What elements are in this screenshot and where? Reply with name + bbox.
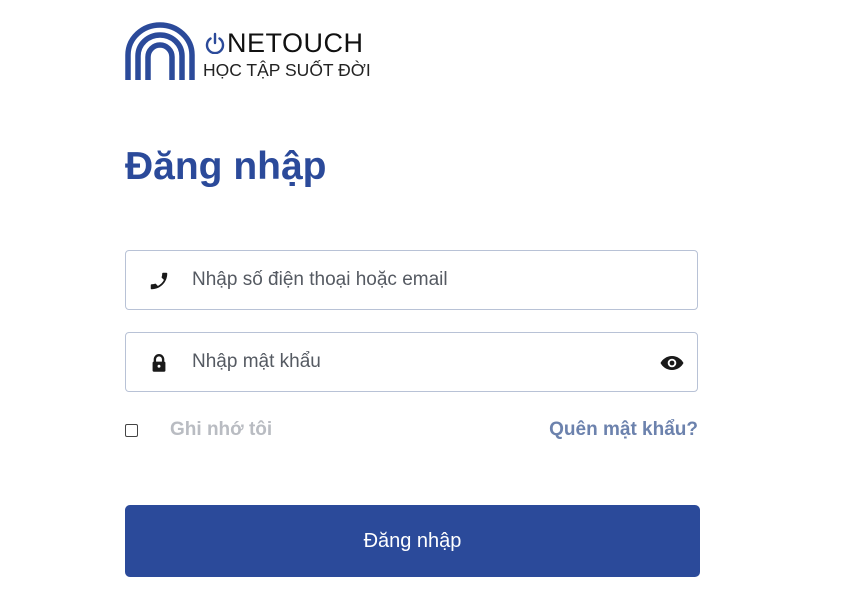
remember-checkbox[interactable] [125,423,138,437]
forgot-password-link[interactable]: Quên mật khẩu? [549,418,698,442]
brand-slogan: HỌC TẬP SUỐT ĐỜI [203,60,371,80]
login-page: NETOUCH HỌC TẬP SUỐT ĐỜI Đăng nhập Ghi n… [0,0,855,591]
phone-icon [150,272,168,290]
logo-arch-icon [125,22,195,80]
remember-label: Ghi nhớ tôi [170,419,273,440]
lock-icon [152,354,166,372]
login-button[interactable]: Đăng nhập [125,505,700,577]
brand-name-text: NETOUCH [227,28,364,58]
page-title: Đăng nhập [125,145,327,188]
password-input[interactable] [192,333,632,391]
brand-logo[interactable]: NETOUCH HỌC TẬP SUỐT ĐỜI [125,22,385,82]
brand-name: NETOUCH [205,28,364,58]
password-field[interactable] [125,332,698,392]
eye-icon[interactable] [659,352,685,374]
remember-me[interactable]: Ghi nhớ tôi [125,418,272,442]
phone-email-input[interactable] [192,251,632,309]
power-icon [205,32,225,54]
phone-email-field[interactable] [125,250,698,310]
